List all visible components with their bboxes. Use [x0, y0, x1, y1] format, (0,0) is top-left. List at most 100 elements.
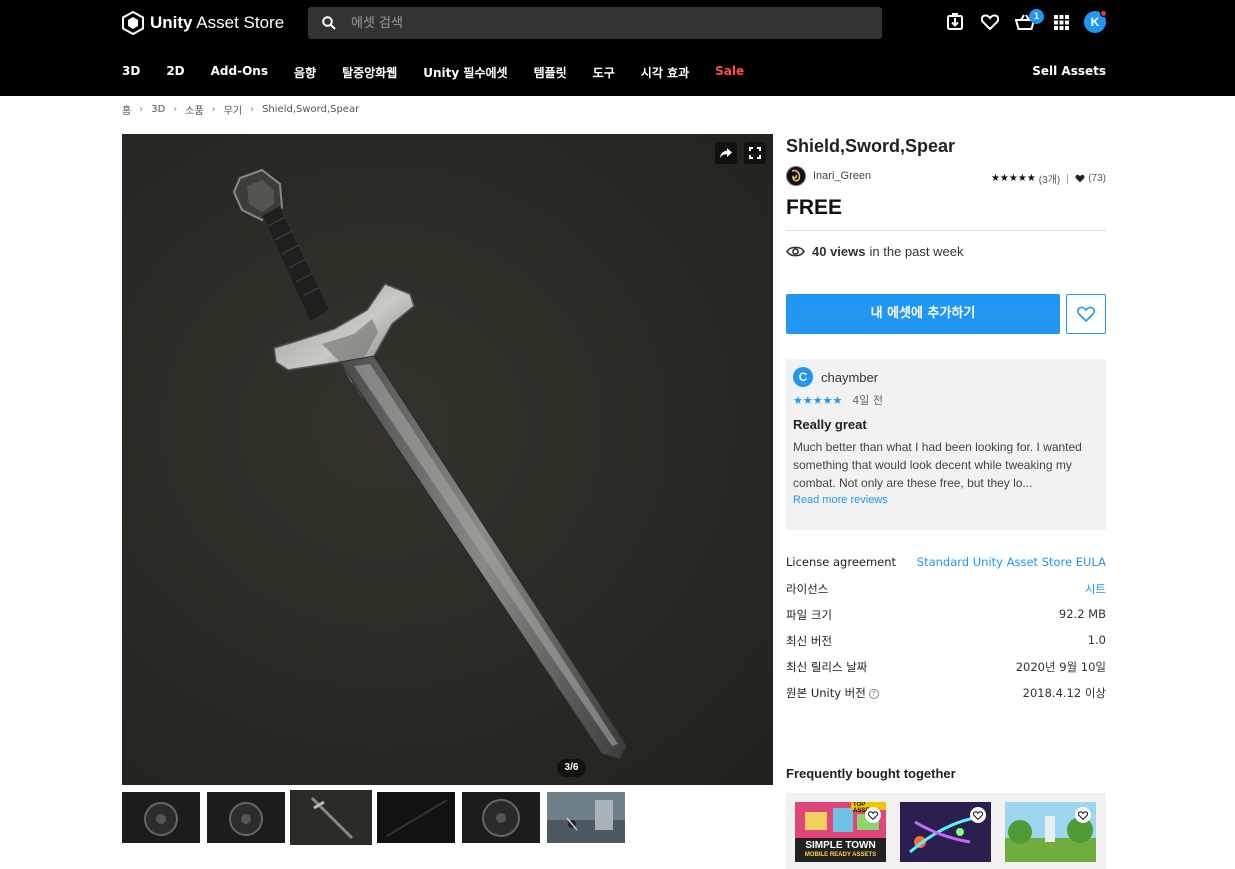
shield-thumbnail-icon [482, 799, 520, 837]
product-main-image[interactable]: 3/6 [122, 134, 773, 785]
review-stars: ★★★★★ [793, 394, 843, 407]
detail-value: 92.2 MB [1058, 607, 1106, 621]
notification-dot [1100, 10, 1107, 17]
rating-count: (3개) [1038, 175, 1061, 186]
fbt-card-title: SIMPLE TOWN [805, 840, 876, 851]
detail-value: 2018.4.12 이상 [1022, 686, 1106, 700]
read-more-reviews-link[interactable]: Read more reviews [793, 494, 1099, 506]
nav-vfx[interactable]: 시각 효과 [641, 64, 689, 81]
eye-icon [786, 246, 805, 257]
fbt-favorite-icon[interactable] [865, 807, 881, 823]
fbt-card-simple-town[interactable]: TOP ASSET SIMPLE TOWN MOBILE READY ASSET… [795, 802, 886, 862]
heart-icon[interactable] [980, 12, 1000, 32]
review-card: C chaymber ★★★★★ 4일 전 Really great Much … [786, 359, 1106, 530]
thumbnail-1[interactable] [122, 792, 200, 843]
review-meta: ★★★★★ 4일 전 [793, 392, 1099, 408]
thumbnail-5[interactable] [462, 792, 540, 843]
nav-decentralization[interactable]: 탈중앙화웹 [342, 64, 397, 81]
nav-2d[interactable]: 2D [166, 64, 184, 81]
publisher-avatar[interactable] [786, 166, 806, 186]
review-body: Much better than what I had been looking… [793, 440, 1082, 490]
breadcrumb: 홈 › 3D › 소품 › 무기 › Shield,Sword,Spear [122, 102, 359, 117]
unity-cube-icon [122, 11, 144, 35]
publisher-logo-icon [791, 169, 801, 182]
nav-3d[interactable]: 3D [122, 64, 140, 81]
fbt-favorite-icon[interactable] [1075, 807, 1091, 823]
rating-stars: ★★★★★ [990, 173, 1036, 184]
fbt-card-environment[interactable] [1005, 802, 1096, 862]
shield-thumbnail-icon [144, 802, 178, 836]
thumbnail-6[interactable] [547, 792, 625, 843]
rating-summary[interactable]: ★★★★★ (3개) (73) [991, 171, 1106, 186]
download-icon[interactable] [945, 12, 965, 32]
detail-row-license: 라이선스 시트 [786, 581, 1106, 607]
detail-row-release-date: 최신 릴리스 날짜 2020년 9월 10일 [786, 659, 1106, 685]
publisher-row: Inari_Green ★★★★★ (3개) (73) [786, 166, 1106, 188]
thumbnail-3[interactable] [290, 790, 372, 845]
top-header: Unity Asset Store 1 K 3D 2D Add-Ons 음향 탈… [0, 0, 1235, 96]
add-to-my-assets-button[interactable]: 내 에셋에 추가하기 [786, 294, 1060, 334]
breadcrumb-separator: › [139, 104, 144, 115]
cart-count-badge: 1 [1029, 9, 1044, 24]
spear-thumbnail-icon [386, 799, 448, 837]
detail-key: 최신 버전 [786, 634, 832, 648]
breadcrumb-props[interactable]: 소품 [185, 102, 203, 117]
thumbnail-4[interactable] [377, 792, 455, 843]
nav-sale[interactable]: Sale [715, 64, 744, 81]
breadcrumb-home[interactable]: 홈 [122, 102, 131, 117]
fbt-card-subtitle: MOBILE READY ASSETS [804, 852, 877, 858]
nav-templates[interactable]: 템플릿 [534, 64, 567, 81]
favorite-button[interactable] [1066, 294, 1106, 334]
asset-details-table: License agreement Standard Unity Asset S… [786, 555, 1106, 711]
detail-row-file-size: 파일 크기 92.2 MB [786, 607, 1106, 633]
unity-logo[interactable]: Unity Asset Store [122, 10, 284, 36]
detail-key-unity-version: 원본 Unity 버전? [786, 685, 879, 701]
eula-link[interactable]: Standard Unity Asset Store EULA [917, 555, 1106, 569]
rating-divider [1067, 173, 1069, 184]
fbt-card-vfx[interactable] [900, 802, 991, 862]
favorite-count: (73) [1088, 173, 1106, 184]
breadcrumb-weapons[interactable]: 무기 [224, 102, 242, 117]
breadcrumb-separator: › [250, 104, 255, 115]
detail-row-unity-version: 원본 Unity 버전? 2018.4.12 이상 [786, 685, 1106, 711]
sell-assets-link[interactable]: Sell Assets [1032, 64, 1106, 78]
nav-addons[interactable]: Add-Ons [211, 64, 268, 81]
heart-outline-icon [1077, 306, 1095, 322]
views-suffix: in the past week [869, 244, 964, 259]
nav-tools[interactable]: 도구 [593, 64, 615, 81]
thumbnail-strip [122, 790, 625, 845]
thumbnail-2[interactable] [207, 792, 285, 843]
detail-key: License agreement [786, 555, 897, 569]
product-details-panel: Shield,Sword,Spear Inari_Green ★★★★★ (3개… [786, 134, 1106, 869]
views-count: 40 views [812, 244, 866, 259]
detail-row-license-agreement: License agreement Standard Unity Asset S… [786, 555, 1106, 581]
nav-essentials[interactable]: Unity 필수에셋 [423, 64, 507, 81]
nav-audio[interactable]: 음향 [294, 64, 316, 81]
share-icon[interactable] [715, 142, 737, 164]
review-title: Really great [793, 417, 867, 432]
license-seat-link[interactable]: 시트 [1085, 581, 1106, 597]
review-date: 4일 전 [852, 394, 884, 407]
favorite-count-heart-icon [1075, 174, 1085, 183]
grid-icon[interactable] [1051, 12, 1071, 32]
breadcrumb-3d[interactable]: 3D [151, 104, 165, 115]
frequently-bought-carousel: TOP ASSET SIMPLE TOWN MOBILE READY ASSET… [786, 793, 1106, 869]
views-row: 40 views in the past week [786, 244, 1106, 259]
shield-thumbnail-icon [229, 802, 263, 836]
sword-image [232, 168, 628, 760]
publisher-name[interactable]: Inari_Green [813, 170, 871, 182]
detail-key: 최신 릴리스 날짜 [786, 660, 868, 674]
product-price: FREE [786, 196, 843, 219]
help-icon[interactable]: ? [868, 688, 879, 699]
divider [786, 230, 1106, 231]
search-bar[interactable] [308, 7, 882, 39]
search-icon [322, 16, 336, 30]
breadcrumb-separator: › [211, 104, 216, 115]
category-nav: 3D 2D Add-Ons 음향 탈중앙화웹 Unity 필수에셋 템플릿 도구… [122, 64, 770, 81]
search-input[interactable] [351, 15, 831, 31]
fullscreen-icon[interactable] [744, 142, 766, 164]
detail-key: 파일 크기 [786, 608, 832, 622]
fbt-favorite-icon[interactable] [970, 807, 986, 823]
logo-text: Unity Asset Store [150, 13, 285, 32]
sword-thumbnail-icon [310, 796, 354, 840]
